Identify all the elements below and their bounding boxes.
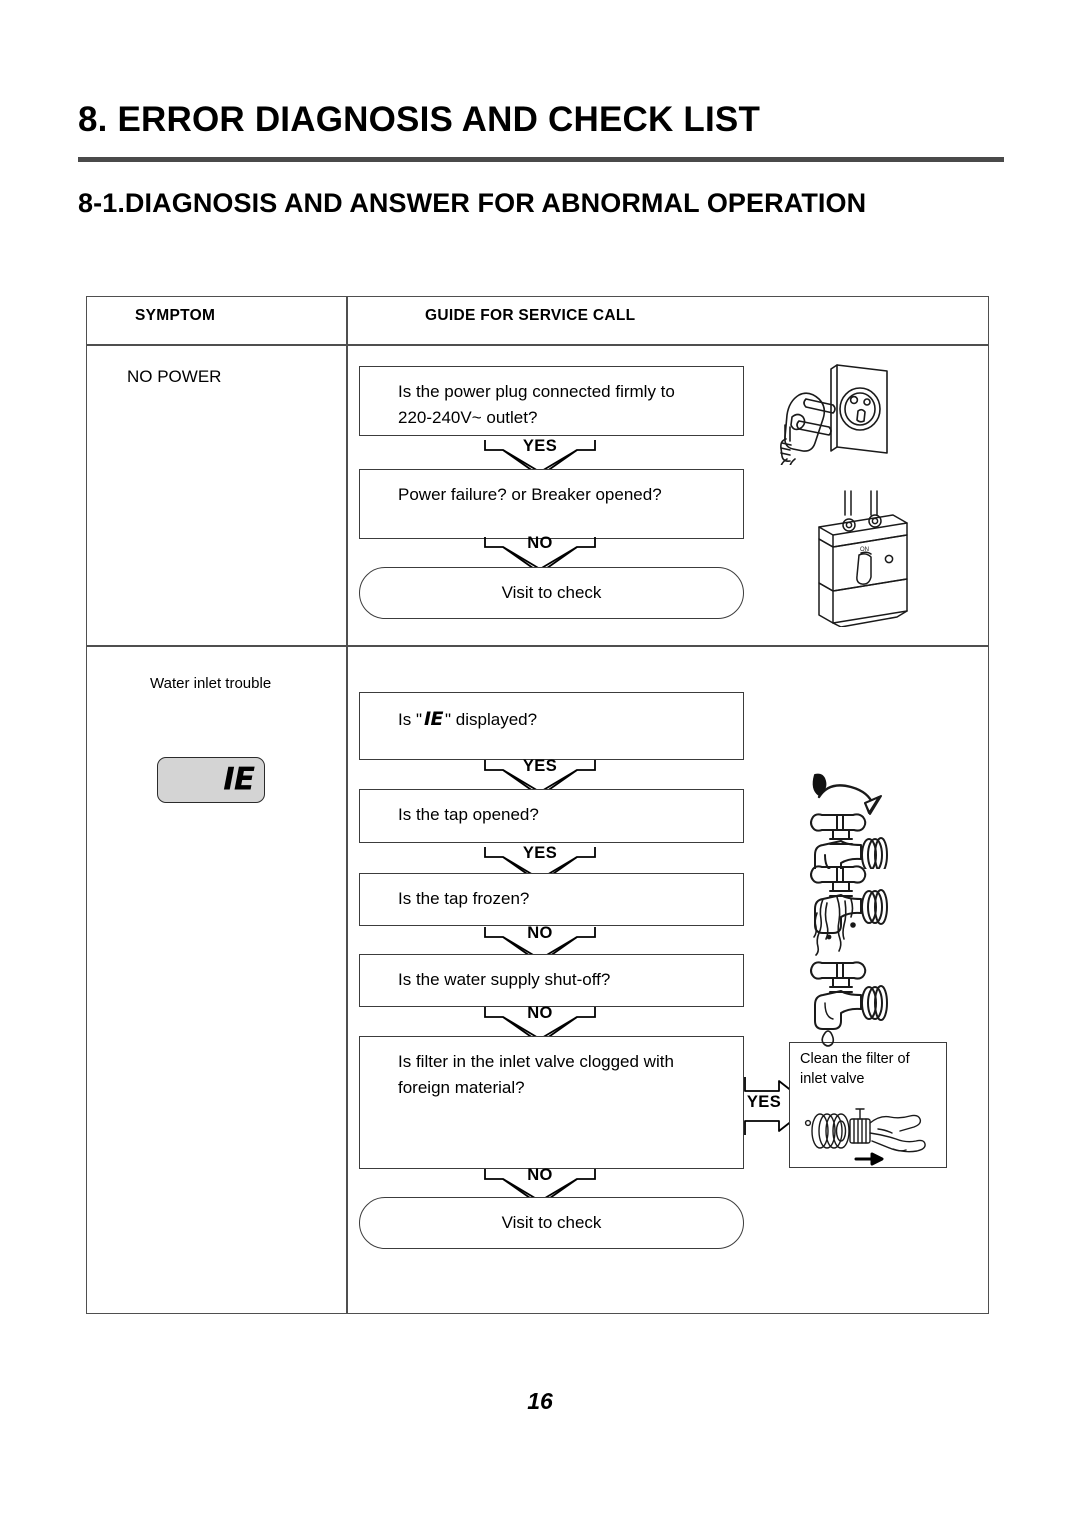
step-box-visit-to-check-1: Visit to check <box>359 567 744 619</box>
symptom-water-inlet-trouble: Water inlet trouble <box>150 675 272 692</box>
connector-label: NO <box>527 1166 553 1184</box>
step-box-tap-opened: Is the tap opened? <box>359 789 744 843</box>
step-text: Visit to check <box>501 1212 602 1232</box>
step-text: Power failure? or Breaker opened? <box>398 485 662 504</box>
step-box-ie-displayed: Is " IE " displayed? <box>359 692 744 760</box>
circuit-breaker-illustration: ON <box>797 487 927 627</box>
step-box-power-failure: Power failure? or Breaker opened? <box>359 469 744 539</box>
connector-label: YES <box>522 757 558 775</box>
step-text-line1: Is the power plug connected firmly to <box>398 382 675 401</box>
page-title: 8. ERROR DIAGNOSIS AND CHECK LIST <box>78 100 761 139</box>
connector-label: NO <box>527 924 553 942</box>
note-line1: Clean the filter of <box>800 1051 910 1067</box>
connector-label: NO <box>527 1004 553 1022</box>
step-box-water-supply-shutoff: Is the water supply shut-off? <box>359 954 744 1007</box>
hand-cleaning-filter-illustration <box>798 1101 940 1167</box>
connector-label: NO <box>527 534 553 552</box>
inline-error-code: IE <box>423 708 444 730</box>
tap-open-rotate-illustration <box>793 769 905 869</box>
table-column-divider <box>346 297 348 1313</box>
table-header-divider <box>87 344 988 346</box>
note-line2: inlet valve <box>800 1070 865 1087</box>
connector-label: YES <box>746 1093 782 1111</box>
step-box-power-plug: Is the power plug connected firmly to 22… <box>359 366 744 436</box>
step-text: Is the tap opened? <box>398 805 539 824</box>
step-box-filter-clogged: Is filter in the inlet valve clogged wit… <box>359 1036 744 1169</box>
step-text-line2: 220-240V~ outlet? <box>398 408 538 428</box>
step-box-tap-frozen: Is the tap frozen? <box>359 873 744 926</box>
note-text: Clean the filter of inlet valve <box>800 1050 940 1089</box>
step-box-visit-to-check-2: Visit to check <box>359 1197 744 1249</box>
lcd-error-code-text: IE <box>223 761 255 798</box>
page-number: 16 <box>527 1388 553 1414</box>
symptom-no-power: NO POWER <box>127 367 222 386</box>
title-divider <box>78 157 1004 162</box>
step-text: Is the tap frozen? <box>398 889 530 908</box>
step-text: Is the water supply shut-off? <box>398 970 611 989</box>
diagnosis-table: SYMPTOM GUIDE FOR SERVICE CALL NO POWER … <box>86 296 989 1314</box>
column-header-guide: GUIDE FOR SERVICE CALL <box>425 307 636 324</box>
connector-label: YES <box>522 437 558 455</box>
note-panel-clean-filter: Clean the filter of inlet valve <box>789 1042 947 1168</box>
section-title: 8-1.DIAGNOSIS AND ANSWER FOR ABNORMAL OP… <box>78 188 867 218</box>
column-header-symptom: SYMPTOM <box>135 307 216 324</box>
tap-drip-shutoff-illustration <box>793 959 905 1051</box>
step-text: Visit to check <box>501 582 602 602</box>
step-text-prefix: Is " <box>398 710 422 729</box>
step-text-line1: Is filter in the inlet valve clogged wit… <box>398 1052 674 1071</box>
table-row-divider <box>87 645 988 647</box>
step-text-suffix: " displayed? <box>445 710 538 729</box>
lcd-error-code-display: IE <box>157 757 265 803</box>
svg-text:ON: ON <box>860 547 869 553</box>
tap-frozen-ice-illustration <box>793 863 905 959</box>
power-plug-outlet-illustration <box>759 355 919 465</box>
connector-label: YES <box>522 844 558 862</box>
step-text-line2: foreign material? <box>398 1078 525 1098</box>
